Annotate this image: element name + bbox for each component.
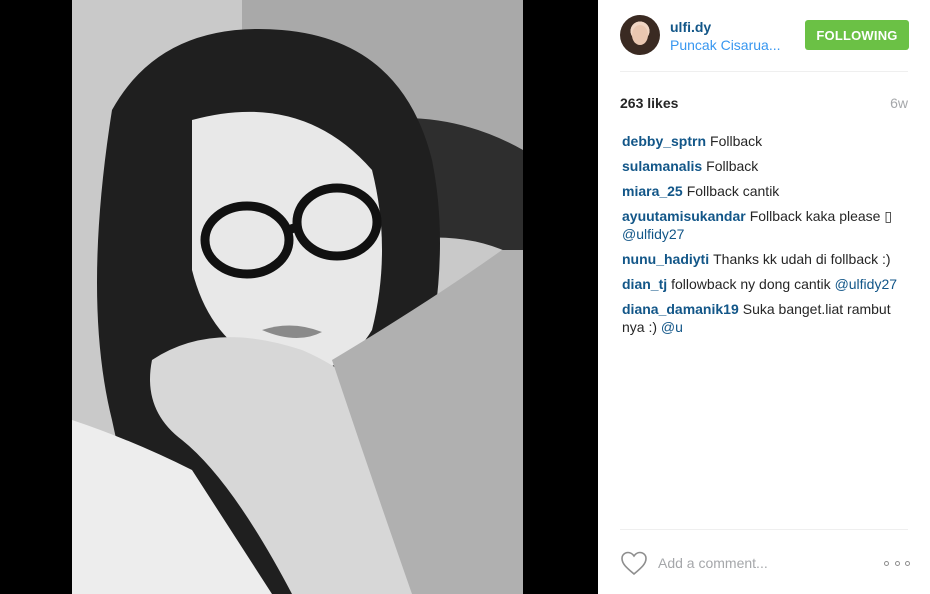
- comment-item: diana_damanik19 Suka banget.liat rambut n…: [622, 300, 912, 336]
- post-photo[interactable]: [72, 0, 523, 594]
- comment-text: Follback kaka please ▯: [749, 208, 893, 224]
- add-comment-input[interactable]: [658, 552, 868, 574]
- comment-item: miara_25 Follback cantik: [622, 182, 912, 200]
- post-stats: 263 likes 6w: [620, 95, 908, 115]
- more-dot: [894, 560, 900, 566]
- comment-mention-link[interactable]: @u: [661, 319, 683, 335]
- comment-user-link[interactable]: nunu_hadiyti: [622, 251, 709, 267]
- comment-user-link[interactable]: sulamanalis: [622, 158, 702, 174]
- comment-item: dian_tj followback ny dong cantik @ulfidy…: [622, 275, 912, 293]
- comment-text: Follback: [710, 133, 763, 149]
- location-link[interactable]: Puncak Cisarua...: [670, 37, 790, 53]
- instagram-post-modal: ulfi.dy Puncak Cisarua... FOLLOWING 263 …: [0, 0, 930, 594]
- following-button[interactable]: FOLLOWING: [805, 20, 909, 50]
- avatar[interactable]: [620, 15, 660, 55]
- comment-item: sulamanalis Follback: [622, 157, 912, 175]
- comment-item: nunu_hadiyti Thanks kk udah di follback :…: [622, 250, 912, 268]
- more-options-icon[interactable]: [884, 556, 910, 570]
- heart-icon[interactable]: [620, 550, 648, 576]
- comment-user-link[interactable]: diana_damanik19: [622, 301, 739, 317]
- post-details-panel: ulfi.dy Puncak Cisarua... FOLLOWING 263 …: [598, 0, 930, 594]
- username-link[interactable]: ulfi.dy: [670, 19, 711, 35]
- comment-text: followback ny dong cantik: [671, 276, 831, 292]
- header-divider: [620, 71, 908, 72]
- comment-text: Thanks kk udah di follback :): [713, 251, 891, 267]
- comment-list: debby_sptrn Follback sulamanalis Follback …: [622, 132, 912, 343]
- photo-illustration: [72, 0, 523, 594]
- comment-mention-link[interactable]: @ulfidy27: [835, 276, 897, 292]
- comment-item: debby_sptrn Follback: [622, 132, 912, 150]
- comment-user-link[interactable]: miara_25: [622, 183, 683, 199]
- comment-user-link[interactable]: debby_sptrn: [622, 133, 706, 149]
- post-age[interactable]: 6w: [890, 95, 908, 115]
- post-header: ulfi.dy Puncak Cisarua... FOLLOWING: [598, 0, 930, 72]
- comment-text: Follback: [706, 158, 759, 174]
- comment-item: ayuutamisukandar Follback kaka please ▯ @…: [622, 207, 912, 243]
- avatar-face: [632, 25, 648, 45]
- more-dot: [905, 560, 910, 566]
- comment-text: Follback cantik: [686, 183, 780, 199]
- comment-mention-link[interactable]: @ulfidy27: [622, 226, 684, 242]
- post-actions: [598, 530, 930, 594]
- comment-user-link[interactable]: dian_tj: [622, 276, 667, 292]
- likes-count[interactable]: 263 likes: [620, 95, 678, 115]
- more-dot: [884, 560, 889, 566]
- comment-user-link[interactable]: ayuutamisukandar: [622, 208, 746, 224]
- photo-area: [0, 0, 598, 594]
